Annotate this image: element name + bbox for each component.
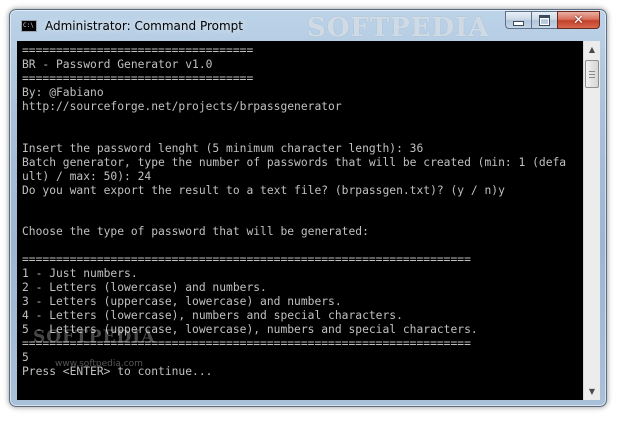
console-line: ================================== bbox=[22, 71, 254, 85]
title-bar[interactable]: C:\ Administrator: Command Prompt SOFTPE… bbox=[10, 10, 606, 43]
command-prompt-icon[interactable]: C:\ bbox=[21, 20, 37, 32]
console-line: ================================== bbox=[22, 44, 254, 57]
console-line: Insert the password lenght (5 minimum ch… bbox=[22, 141, 424, 155]
maximize-icon bbox=[539, 14, 550, 26]
thumb-grip-icon bbox=[589, 71, 595, 72]
console-line: Batch generator, type the number of pass… bbox=[22, 155, 567, 169]
close-button[interactable]: ✕ bbox=[557, 11, 600, 29]
scroll-down-arrow-icon[interactable]: ▼ bbox=[584, 383, 600, 400]
console-line: ========================================… bbox=[22, 253, 471, 267]
console-line: 1 - Just numbers. bbox=[22, 267, 138, 281]
scrollbar-thumb[interactable] bbox=[585, 60, 599, 88]
vertical-scrollbar[interactable]: ▲ ▼ bbox=[583, 41, 600, 400]
softpedia-watermark: SOFTPEDIA bbox=[307, 13, 490, 43]
console-line: 2 - Letters (lowercase) and numbers. bbox=[22, 281, 267, 295]
console-line: BR - Password Generator v1.0 bbox=[22, 57, 213, 71]
minimize-icon bbox=[513, 20, 524, 26]
console-line: Choose the type of password that will be… bbox=[22, 225, 369, 239]
thumb-grip-icon bbox=[589, 74, 595, 75]
command-prompt-window: C:\ Administrator: Command Prompt SOFTPE… bbox=[9, 9, 607, 407]
window-controls: ✕ bbox=[505, 11, 600, 31]
console-line: 5 bbox=[22, 350, 29, 364]
window-title: Administrator: Command Prompt bbox=[45, 19, 243, 33]
scroll-up-arrow-icon[interactable]: ▲ bbox=[584, 41, 600, 58]
maximize-button[interactable] bbox=[531, 11, 557, 29]
softpedia-url-watermark: www.softpedia.com bbox=[55, 359, 143, 369]
thumb-grip-icon bbox=[589, 77, 595, 78]
console-line: 4 - Letters (lowercase), numbers and spe… bbox=[22, 309, 403, 323]
console-line: Do you want export the result to a text … bbox=[22, 183, 505, 197]
softpedia-watermark-lower: SOFTPEDIA bbox=[33, 327, 156, 347]
close-icon: ✕ bbox=[573, 12, 584, 28]
console-line: http://sourceforge.net/projects/brpassge… bbox=[22, 99, 342, 113]
console-line: 3 - Letters (uppercase, lowercase) and n… bbox=[22, 295, 342, 309]
console-output[interactable]: ================================== BR - … bbox=[17, 41, 600, 400]
minimize-button[interactable] bbox=[505, 11, 531, 29]
console-line: By: @Fabiano bbox=[22, 85, 104, 99]
console-line: ult) / max: 50): 24 bbox=[22, 169, 152, 183]
